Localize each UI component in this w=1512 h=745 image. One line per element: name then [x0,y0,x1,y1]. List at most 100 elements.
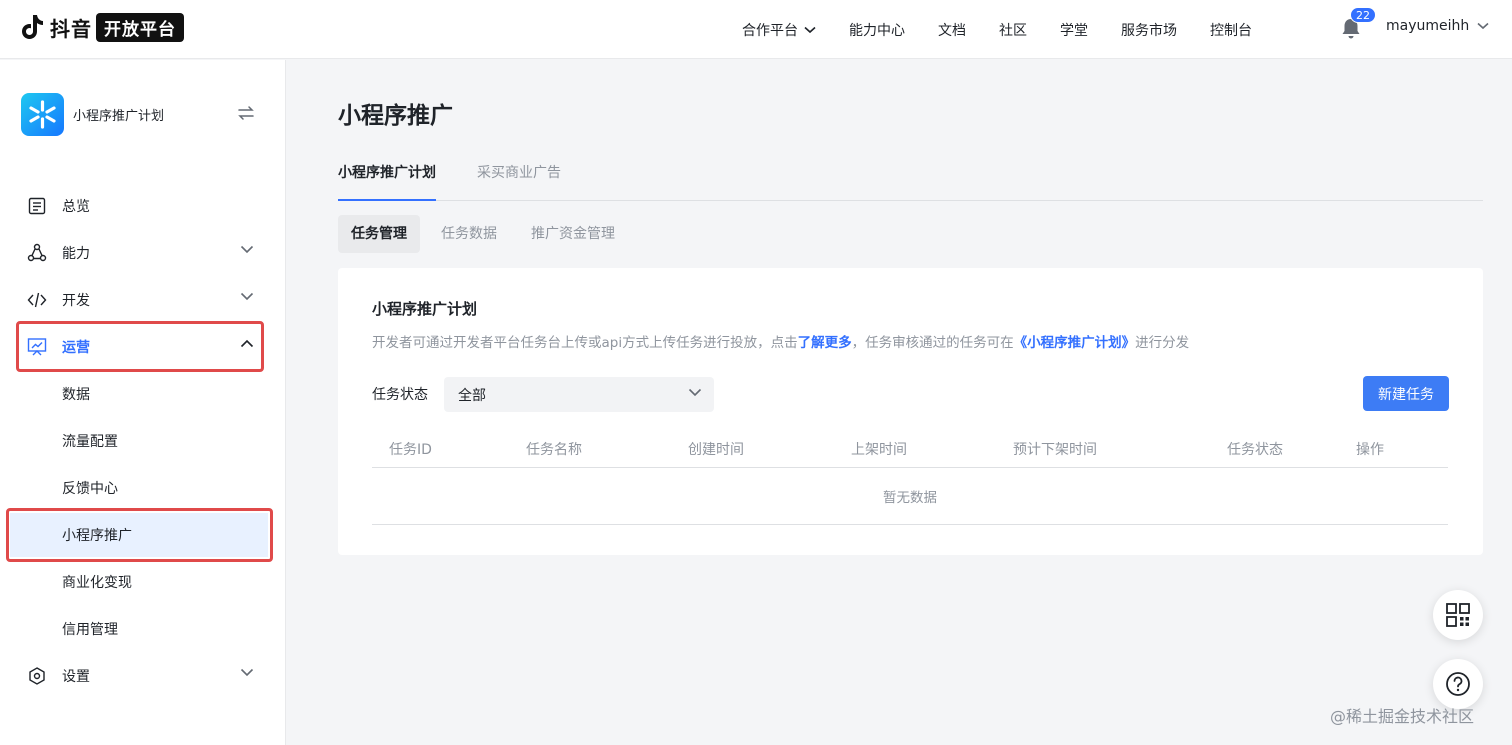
presentation-chart-icon [26,336,48,358]
subtab-task-management[interactable]: 任务管理 [338,215,420,253]
help-float-button[interactable] [1433,659,1483,709]
column-header-listed-time: 上架时间 [851,442,907,458]
user-menu[interactable]: mayumeihh [1386,18,1489,34]
nav-item-community[interactable]: 社区 [999,20,1027,40]
select-value: 全部 [458,387,486,404]
sidebar-subitem-miniprogram-promotion[interactable]: 小程序推广 [62,517,132,553]
sidebar-subitem-label: 商业化变现 [62,575,132,591]
dashboard-icon [26,195,48,217]
username: mayumeihh [1386,18,1470,34]
app-star-icon [29,100,56,129]
app-name: 小程序推广计划 [73,109,165,124]
sidebar-subitem-feedback-center[interactable]: 反馈中心 [62,470,118,506]
subtab-task-data[interactable]: 任务数据 [428,215,510,253]
column-header-task-name: 任务名称 [526,442,582,458]
logo-text: 抖音 [50,16,92,41]
swap-icon[interactable] [237,105,255,121]
page-title: 小程序推广 [338,103,453,129]
nav-item-label: 社区 [999,22,1027,39]
nav-item-label: 文档 [938,22,966,39]
main-tabs: 小程序推广计划 采买商业广告 [338,150,1483,201]
nav-item-console[interactable]: 控制台 [1210,20,1252,40]
column-header-actions: 操作 [1356,442,1384,458]
chevron-down-icon [804,26,816,33]
card-description: 开发者可通过开发者平台任务台上传或api方式上传任务进行投放，点击了解更多，任务… [372,331,1189,351]
notification-badge: 22 [1350,7,1376,23]
code-icon [26,289,48,311]
table-header: 任务ID 任务名称 创建时间 上架时间 预计下架时间 任务状态 操作 [372,428,1448,468]
nav-item-label: 合作平台 [742,22,798,39]
sub-tabs: 任务管理 任务数据 推广资金管理 [338,215,636,253]
subtab-funds-management[interactable]: 推广资金管理 [518,215,628,253]
nav-item-capability-center[interactable]: 能力中心 [849,20,905,40]
sidebar-subitem-label: 反馈中心 [62,481,118,497]
nav-item-docs[interactable]: 文档 [938,20,966,40]
chevron-down-icon [240,292,254,301]
card-title: 小程序推广计划 [372,300,478,318]
sidebar-item-settings[interactable]: 设置 [26,658,258,694]
sidebar-subitem-label: 小程序推广 [62,528,132,544]
subtab-label: 任务数据 [441,226,497,242]
sidebar-subitem-credit-management[interactable]: 信用管理 [62,611,118,647]
sidebar-subitem-label: 数据 [62,387,90,403]
nav-item-service-market[interactable]: 服务市场 [1121,20,1177,40]
nav-item-label: 控制台 [1210,22,1252,39]
qrcode-float-button[interactable] [1433,590,1483,640]
learn-more-link[interactable]: 了解更多 [798,335,852,351]
chevron-down-icon [240,668,254,677]
nav-item-partner-platform[interactable]: 合作平台 [742,20,816,40]
sidebar-subitem-monetization[interactable]: 商业化变现 [62,564,132,600]
nav-item-label: 能力中心 [849,22,905,39]
tab-label: 小程序推广计划 [338,165,436,181]
desc-text: 开发者可通过开发者平台任务台上传或api方式上传任务进行投放，点击 [372,335,798,351]
nav-item-label: 学堂 [1060,22,1088,39]
sidebar: 小程序推广计划 总览 能力 开发 运营 数据 流量配置 反馈中心 小程序推广 商… [0,60,286,745]
column-header-task-id: 任务ID [389,442,432,458]
column-header-task-status: 任务状态 [1227,442,1283,458]
task-status-label: 任务状态 [372,387,428,403]
douyin-logo[interactable]: 抖音 开放平台 [20,12,184,42]
tab-miniprogram-promotion-plan[interactable]: 小程序推广计划 [338,162,436,201]
chevron-down-icon [1477,22,1489,30]
sidebar-subitem-traffic-config[interactable]: 流量配置 [62,423,118,459]
active-item-highlight [10,513,268,557]
column-header-expected-delist-time: 预计下架时间 [1013,442,1097,458]
sidebar-item-capability[interactable]: 能力 [26,235,258,271]
app-switcher[interactable]: 小程序推广计划 [21,93,261,136]
sidebar-item-label: 能力 [62,246,90,262]
sidebar-subitem-label: 流量配置 [62,434,118,450]
column-header-created-time: 创建时间 [688,442,744,458]
sidebar-item-label: 开发 [62,293,90,309]
task-status-select[interactable]: 全部 [444,377,714,412]
chevron-down-icon [688,388,702,397]
task-card: 小程序推广计划 开发者可通过开发者平台任务台上传或api方式上传任务进行投放，点… [338,268,1483,555]
new-task-button[interactable]: 新建任务 [1363,376,1449,411]
promotion-plan-link[interactable]: 《小程序推广计划》 [1014,335,1136,351]
watermark: @稀土掘金技术社区 [1330,707,1475,726]
subtab-label: 任务管理 [351,226,407,242]
sidebar-item-overview[interactable]: 总览 [26,188,258,224]
table-empty-state: 暂无数据 [372,468,1448,525]
sidebar-item-develop[interactable]: 开发 [26,282,258,318]
qrcode-icon [1446,603,1470,627]
tab-purchase-ads[interactable]: 采买商业广告 [477,162,561,201]
desc-text: ，任务审核通过的任务可在 [851,335,1014,351]
sidebar-item-operations[interactable]: 运营 [26,329,258,365]
chevron-down-icon [240,245,254,254]
sidebar-item-label: 运营 [62,340,90,356]
chevron-up-icon [240,339,254,348]
desc-text: 进行分发 [1135,335,1190,351]
subtab-label: 推广资金管理 [531,226,615,242]
sidebar-subitem-label: 信用管理 [62,622,118,638]
help-icon [1446,672,1470,696]
sidebar-item-label: 总览 [62,199,90,215]
top-header: 抖音 开放平台 合作平台 能力中心 文档 社区 学堂 服务市场 控制台 22 m… [0,0,1512,59]
logo-badge: 开放平台 [96,12,184,42]
nav-item-academy[interactable]: 学堂 [1060,20,1088,40]
sidebar-subitem-data[interactable]: 数据 [62,376,90,412]
douyin-note-icon [22,15,43,39]
capability-icon [26,242,48,264]
top-nav: 合作平台 能力中心 文档 社区 学堂 服务市场 控制台 [742,0,1285,59]
settings-hexagon-icon [26,665,48,687]
app-logo-icon [21,93,64,136]
